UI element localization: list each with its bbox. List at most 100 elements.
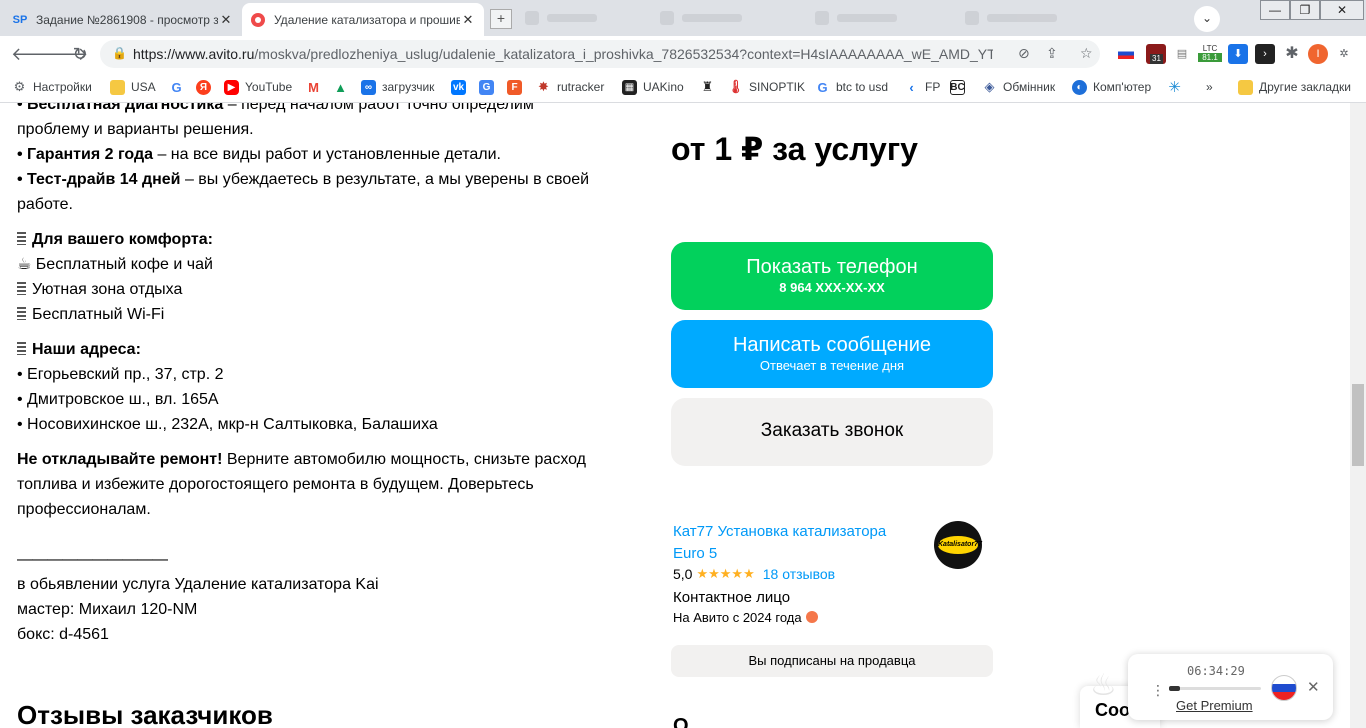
browser-chrome: SP Задание №2861908 - просмотр з ✕ Удале… — [0, 0, 1366, 103]
gmail-icon: M — [308, 79, 319, 95]
forward-button[interactable]: 🡒 — [40, 44, 88, 64]
bookmark-yandex[interactable]: Я — [196, 78, 217, 96]
show-phone-button[interactable]: Показать телефон 8 964 XXX-XX-XX — [671, 242, 993, 310]
back-button[interactable]: 🡐 — [11, 44, 59, 64]
seller-rating: 5,0 ★★★★★ 18 отзывов — [673, 566, 835, 582]
maximize-button[interactable]: ❐ — [1290, 0, 1320, 20]
close-icon[interactable]: ✕ — [460, 12, 476, 28]
address-bar[interactable]: 🔒 https://www.avito.ru/moskva/predlozhen… — [100, 40, 1100, 68]
bookmarks-more-button[interactable]: » — [1206, 78, 1213, 96]
chat-label: Coo — [1095, 700, 1130, 720]
bookmark-figure[interactable]: ♜ — [700, 78, 721, 96]
rutracker-icon: ✸ — [538, 79, 549, 94]
bookmark-other[interactable]: Другие закладки — [1238, 78, 1351, 96]
share-icon[interactable]: ⇪ — [1046, 45, 1058, 62]
terminal-icon[interactable]: › — [1255, 44, 1275, 64]
get-premium-link[interactable]: Get Premium — [1176, 698, 1253, 713]
avito-favicon-icon — [250, 12, 266, 28]
bookmark-f[interactable]: F — [507, 78, 528, 96]
request-call-button[interactable]: Заказать звонок — [671, 398, 993, 466]
extension-badge-icon[interactable]: 31 — [1146, 44, 1166, 64]
list-square-icon — [17, 307, 26, 320]
close-icon[interactable]: ✕ — [1307, 678, 1320, 696]
russia-flag-icon[interactable] — [1271, 675, 1297, 701]
block-icon[interactable]: ⊘ — [1018, 45, 1030, 62]
bookmark-settings[interactable]: ⚙ Настройки — [12, 78, 92, 96]
minimize-button[interactable]: — — [1260, 0, 1290, 20]
comfort-item: Уютная зона отдыха — [17, 277, 182, 302]
bookmark-google[interactable]: G — [169, 78, 190, 96]
bookmark-vk[interactable]: vk — [451, 78, 472, 96]
background-tab — [815, 8, 897, 28]
background-tab — [660, 8, 742, 28]
seller-since: На Авито с 2024 года — [673, 610, 818, 625]
comfort-item: ☕ Бесплатный кофе и чай — [17, 256, 213, 273]
star-icon[interactable]: ☆ — [1080, 45, 1093, 62]
cta-line: топлива и избежите дорогостоящего ремонт… — [17, 476, 534, 493]
progress-bar[interactable] — [1169, 686, 1261, 691]
bookmark-computer[interactable]: ◐ Комп'ютер — [1072, 78, 1151, 96]
bookmark-star-burst[interactable]: ✳ — [1167, 78, 1188, 96]
bookmark-translate[interactable]: G — [479, 78, 500, 96]
bookmark-btc[interactable]: Gbtc to usd — [815, 78, 888, 96]
reviews-link[interactable]: 18 отзывов — [763, 566, 835, 582]
bookmark-uakino[interactable]: ▦ UAKino — [622, 78, 684, 96]
url-text[interactable]: https://www.avito.ru/moskva/predlozheniy… — [133, 46, 993, 62]
seller-name-link[interactable]: Кат77 Установка катализатора Euro 5 — [673, 521, 913, 565]
progress-fill — [1169, 686, 1181, 691]
uakino-icon: ▦ — [622, 79, 637, 95]
bug-icon[interactable]: ✲ — [1334, 44, 1354, 64]
meta-line: бокс: d-4561 — [17, 626, 109, 643]
cta-line: профессионалам. — [17, 501, 151, 518]
seller-avatar[interactable]: Katalisator77 — [934, 521, 982, 569]
lock-icon: 🔒 — [112, 46, 127, 60]
description-line: • Гарантия 2 года – на все виды работ и … — [17, 146, 501, 163]
russia-flag-icon[interactable] — [1116, 44, 1136, 64]
bookmark-fp[interactable]: ‹ FP — [904, 78, 940, 96]
reload-button[interactable]: ↻ — [69, 44, 91, 64]
new-tab-button[interactable]: + — [490, 9, 512, 29]
section-heading-partial: О — [673, 715, 689, 728]
bookmarks-bar: ⚙ Настройки USA G Я ▶ YouTube M ▲ ∞ загрузч… — [0, 72, 1366, 103]
folder-icon — [1238, 79, 1253, 95]
google-icon: G — [817, 79, 828, 95]
close-icon[interactable]: ✕ — [218, 12, 234, 28]
figure-icon: ♜ — [701, 79, 714, 94]
scrollbar[interactable] — [1350, 103, 1366, 728]
tab-title: Задание №2861908 - просмотр з — [36, 12, 218, 27]
yandex-icon: Я — [196, 79, 211, 95]
ltc-price-icon[interactable]: LTC 81.1 — [1198, 44, 1222, 64]
puzzle-icon[interactable]: ✱ — [1282, 44, 1302, 64]
bookmark-loader[interactable]: ∞ загрузчик — [361, 78, 434, 96]
bookmark-usa[interactable]: USA — [110, 78, 156, 96]
bookmark-gmail[interactable]: M — [306, 78, 327, 96]
send-message-button[interactable]: Написать сообщение Отвечает в течение дн… — [671, 320, 993, 388]
exchange-icon: ◈ — [984, 79, 995, 94]
tab-avito[interactable]: Удаление катализатора и прошив ✕ — [242, 3, 484, 36]
close-window-button[interactable]: ✕ — [1320, 0, 1364, 20]
more-vertical-icon[interactable]: ⋮ — [1151, 682, 1165, 699]
translate-icon: G — [479, 79, 494, 95]
bookmark-sinoptik[interactable]: 🌡 SINOPTIK — [727, 78, 805, 96]
bookmark-exchange[interactable]: ◈ Обмінник — [982, 78, 1056, 96]
phone-number: 8 964 XXX-XX-XX — [779, 280, 885, 295]
download-icon[interactable]: ⬇ — [1228, 44, 1248, 64]
reviews-title: Отзывы заказчиков — [17, 700, 273, 728]
profile-avatar[interactable]: I — [1308, 44, 1328, 64]
box-icon[interactable]: ▤ — [1172, 44, 1192, 64]
subscribed-button[interactable]: Вы подписаны на продавца — [671, 645, 993, 677]
bookmark-youtube[interactable]: ▶ YouTube — [224, 78, 292, 96]
bookmark-bc[interactable]: BC — [950, 78, 971, 96]
tab-title: Удаление катализатора и прошив — [274, 12, 460, 27]
computer-icon: ◐ — [1072, 79, 1087, 95]
tab-task[interactable]: SP Задание №2861908 - просмотр з ✕ — [4, 3, 242, 36]
button-label: Написать сообщение — [732, 334, 931, 356]
bookmark-rutracker[interactable]: ✸ rutracker — [536, 78, 604, 96]
list-square-icon — [17, 282, 26, 295]
address-item: • Егорьевский пр., 37, стр. 2 — [17, 366, 224, 383]
bookmark-drive[interactable]: ▲ — [333, 78, 354, 96]
loader-icon: ∞ — [361, 79, 376, 95]
address-item: • Носовихинское ш., 232А, мкр-н Салтыков… — [17, 416, 438, 433]
chevron-down-icon[interactable]: ⌄ — [1194, 6, 1220, 32]
scrollbar-thumb[interactable] — [1352, 384, 1364, 466]
